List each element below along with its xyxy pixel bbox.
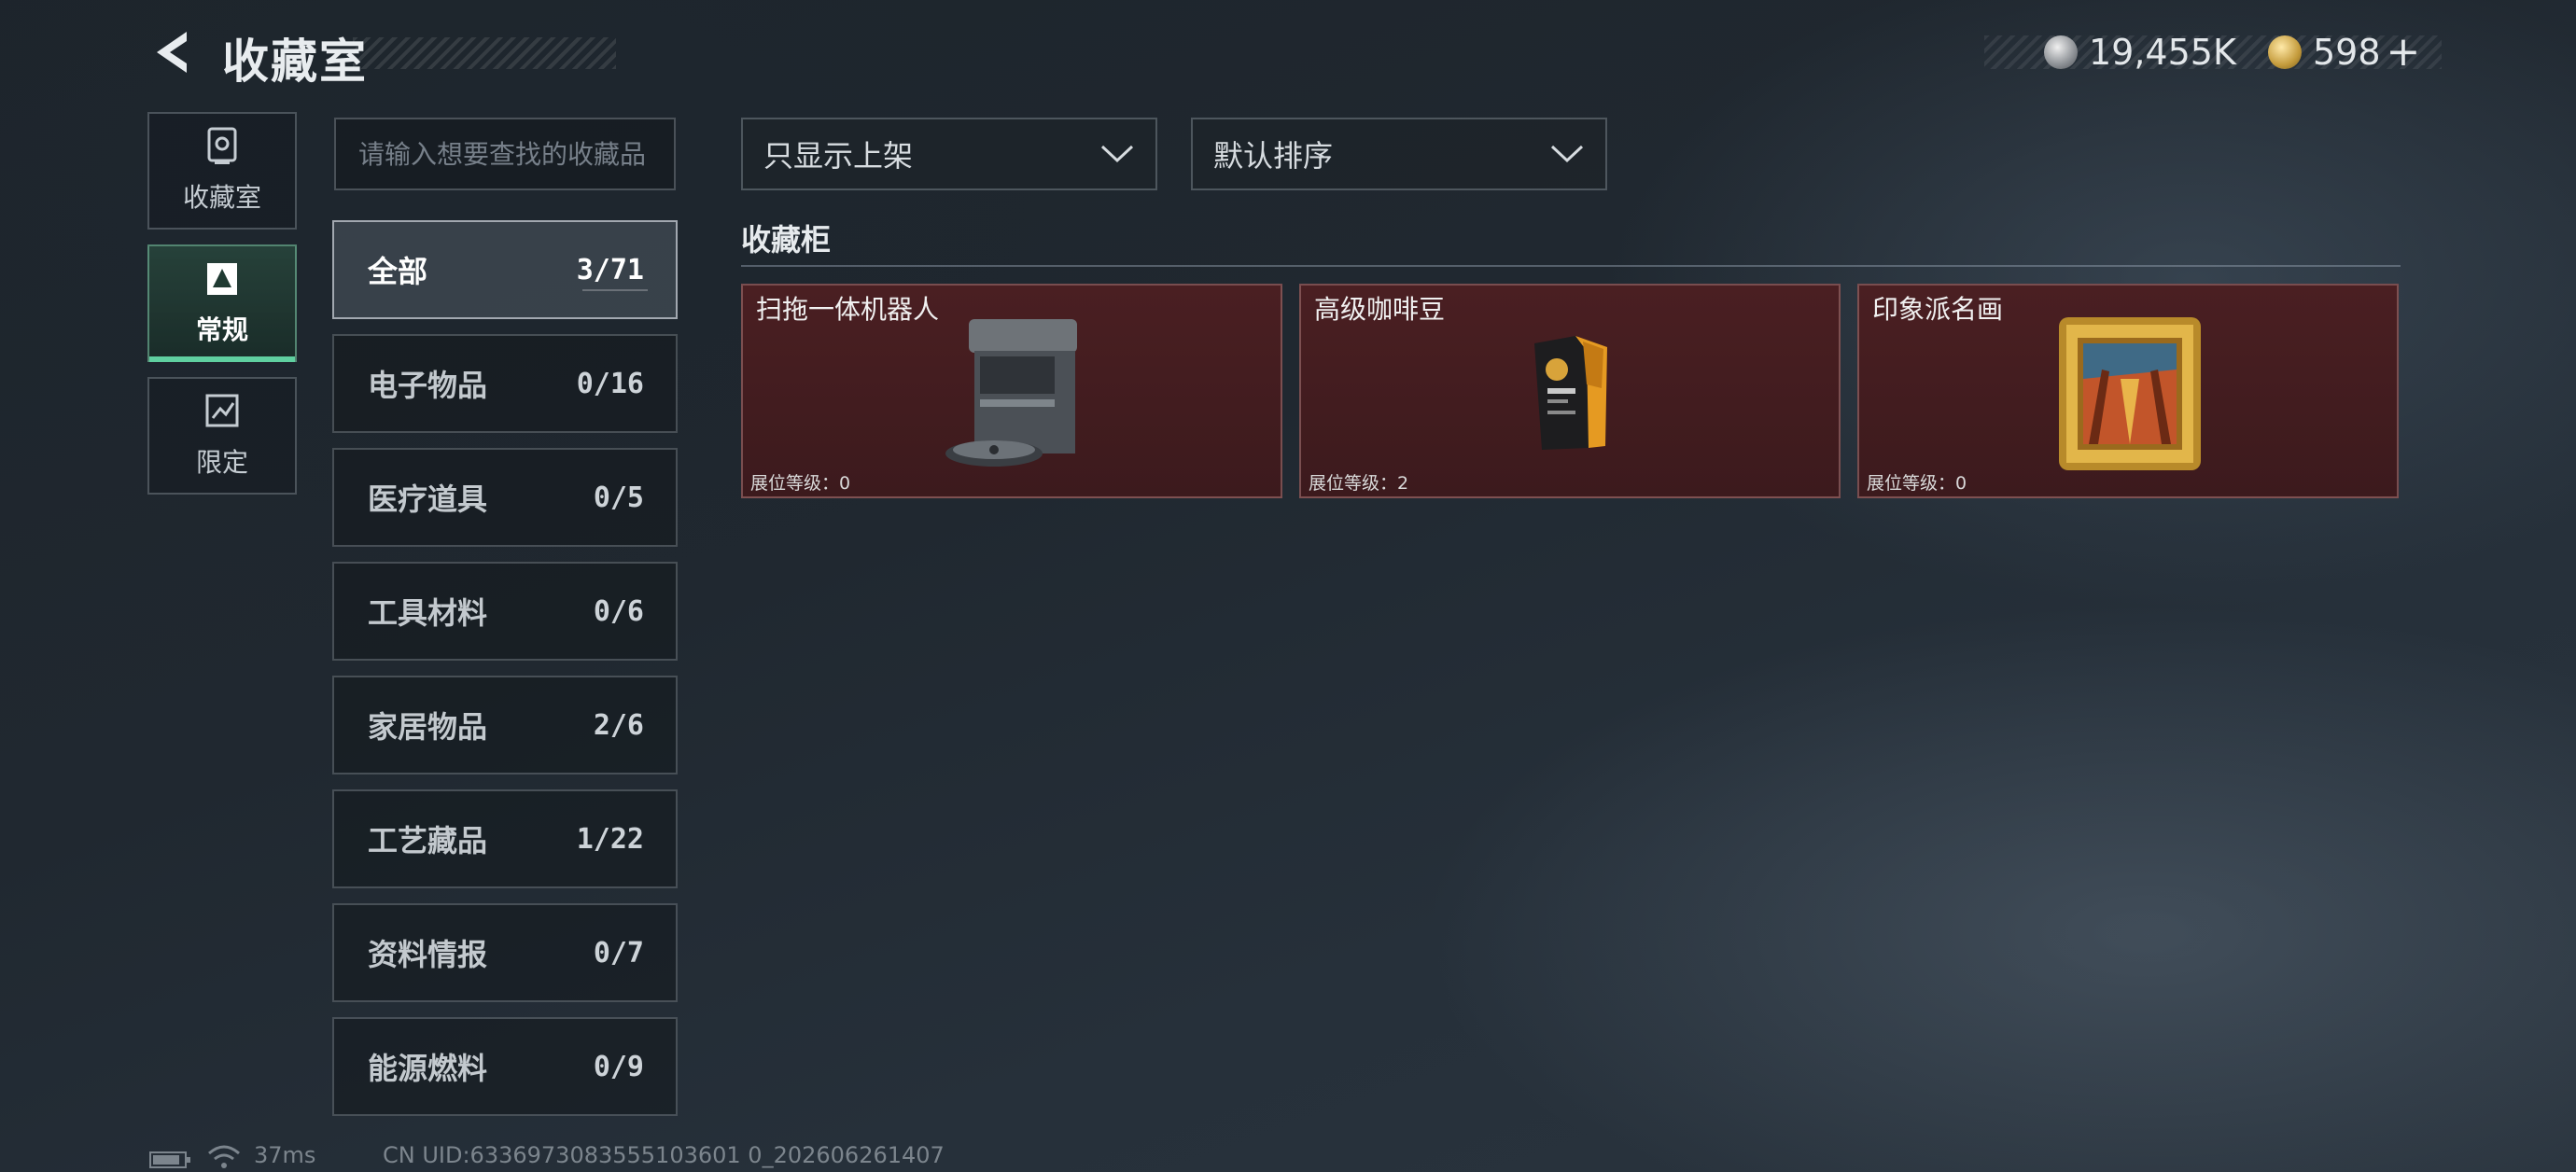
nav-collection-room[interactable]: 收藏室 xyxy=(147,112,297,230)
silver-currency: 19,455K xyxy=(2044,32,2236,73)
category-energy[interactable]: 能源燃料 0/9 xyxy=(332,1017,678,1116)
category-label: 能源燃料 xyxy=(368,1051,488,1086)
category-count: 0/16 xyxy=(576,367,644,400)
item-name: 高级咖啡豆 xyxy=(1314,294,1446,325)
category-count: 1/22 xyxy=(576,822,644,856)
category-label: 全部 xyxy=(368,254,428,289)
item-name: 印象派名画 xyxy=(1872,294,2004,325)
uid-text: CN UID:6336973083555103601 0_20260626140… xyxy=(383,1142,945,1168)
category-count: 2/6 xyxy=(593,708,644,742)
category-count: 0/6 xyxy=(593,594,644,628)
category-intel[interactable]: 资料情报 0/7 xyxy=(332,903,678,1002)
chevron-down-icon xyxy=(1100,145,1134,163)
silver-coin-icon xyxy=(2044,35,2078,69)
nav-limited[interactable]: 限定 xyxy=(147,377,297,495)
category-crafts[interactable]: 工艺藏品 1/22 xyxy=(332,789,678,888)
category-count: 3/71 xyxy=(576,253,644,286)
shelf-filter-value: 只显示上架 xyxy=(763,138,914,174)
coffee-bag-icon xyxy=(1534,336,1607,450)
section-title: 收藏柜 xyxy=(741,222,832,258)
category-tools[interactable]: 工具材料 0/6 xyxy=(332,562,678,661)
category-count: 0/5 xyxy=(593,481,644,514)
item-display-level: 展位等级：0 xyxy=(750,473,851,494)
gold-coin-icon xyxy=(2268,35,2302,69)
title-decoration xyxy=(353,37,616,69)
item-display-level: 展位等级：2 xyxy=(1309,473,1409,494)
sort-value: 默认排序 xyxy=(1213,138,1334,174)
item-display-level: 展位等级：0 xyxy=(1867,473,1967,494)
limited-icon xyxy=(205,394,239,427)
nav-label-collection-room: 收藏室 xyxy=(182,182,261,213)
gold-currency[interactable]: 598 + xyxy=(2268,32,2421,73)
nav-label-limited: 限定 xyxy=(195,447,248,478)
category-all[interactable]: 全部 3/71 xyxy=(332,220,678,319)
nav-regular[interactable]: 常规 xyxy=(147,244,297,362)
add-currency-button[interactable]: + xyxy=(2387,32,2421,73)
back-icon[interactable] xyxy=(149,28,196,77)
search-input[interactable] xyxy=(357,137,653,171)
page-title: 收藏室 xyxy=(222,35,368,89)
robot-vacuum-icon xyxy=(945,319,1077,467)
category-count: 0/9 xyxy=(593,1050,644,1083)
category-underline xyxy=(582,289,648,291)
search-box[interactable] xyxy=(334,118,676,190)
silver-currency-value: 19,455K xyxy=(2089,32,2236,73)
item-card-robot-vacuum[interactable]: 扫拖一体机器人 展位等级：0 xyxy=(741,284,1282,498)
category-label: 资料情报 xyxy=(368,937,488,972)
category-medical[interactable]: 医疗道具 0/5 xyxy=(332,448,678,547)
section-divider xyxy=(741,265,2401,267)
regular-icon xyxy=(207,263,237,295)
item-name: 扫拖一体机器人 xyxy=(756,294,940,325)
category-label: 电子物品 xyxy=(368,368,488,403)
framed-painting-icon xyxy=(2059,317,2201,470)
battery-icon xyxy=(149,1151,190,1168)
category-electronics[interactable]: 电子物品 0/16 xyxy=(332,334,678,433)
sort-dropdown[interactable]: 默认排序 xyxy=(1191,118,1607,190)
item-card-painting[interactable]: 印象派名画 展位等级：0 xyxy=(1857,284,2399,498)
category-label: 工具材料 xyxy=(368,595,488,631)
shelf-filter-dropdown[interactable]: 只显示上架 xyxy=(741,118,1157,190)
nav-label-regular: 常规 xyxy=(195,314,248,345)
category-label: 工艺藏品 xyxy=(368,823,488,858)
wifi-icon xyxy=(208,1145,240,1168)
item-card-coffee-beans[interactable]: 高级咖啡豆 展位等级：2 xyxy=(1299,284,1841,498)
category-household[interactable]: 家居物品 2/6 xyxy=(332,676,678,774)
gold-currency-value: 598 xyxy=(2313,32,2381,73)
category-label: 医疗道具 xyxy=(368,481,488,517)
category-count: 0/7 xyxy=(593,936,644,970)
category-label: 家居物品 xyxy=(368,709,488,745)
ping-text: 37ms xyxy=(254,1142,316,1168)
collection-room-icon xyxy=(207,127,237,164)
chevron-down-icon xyxy=(1550,145,1584,163)
